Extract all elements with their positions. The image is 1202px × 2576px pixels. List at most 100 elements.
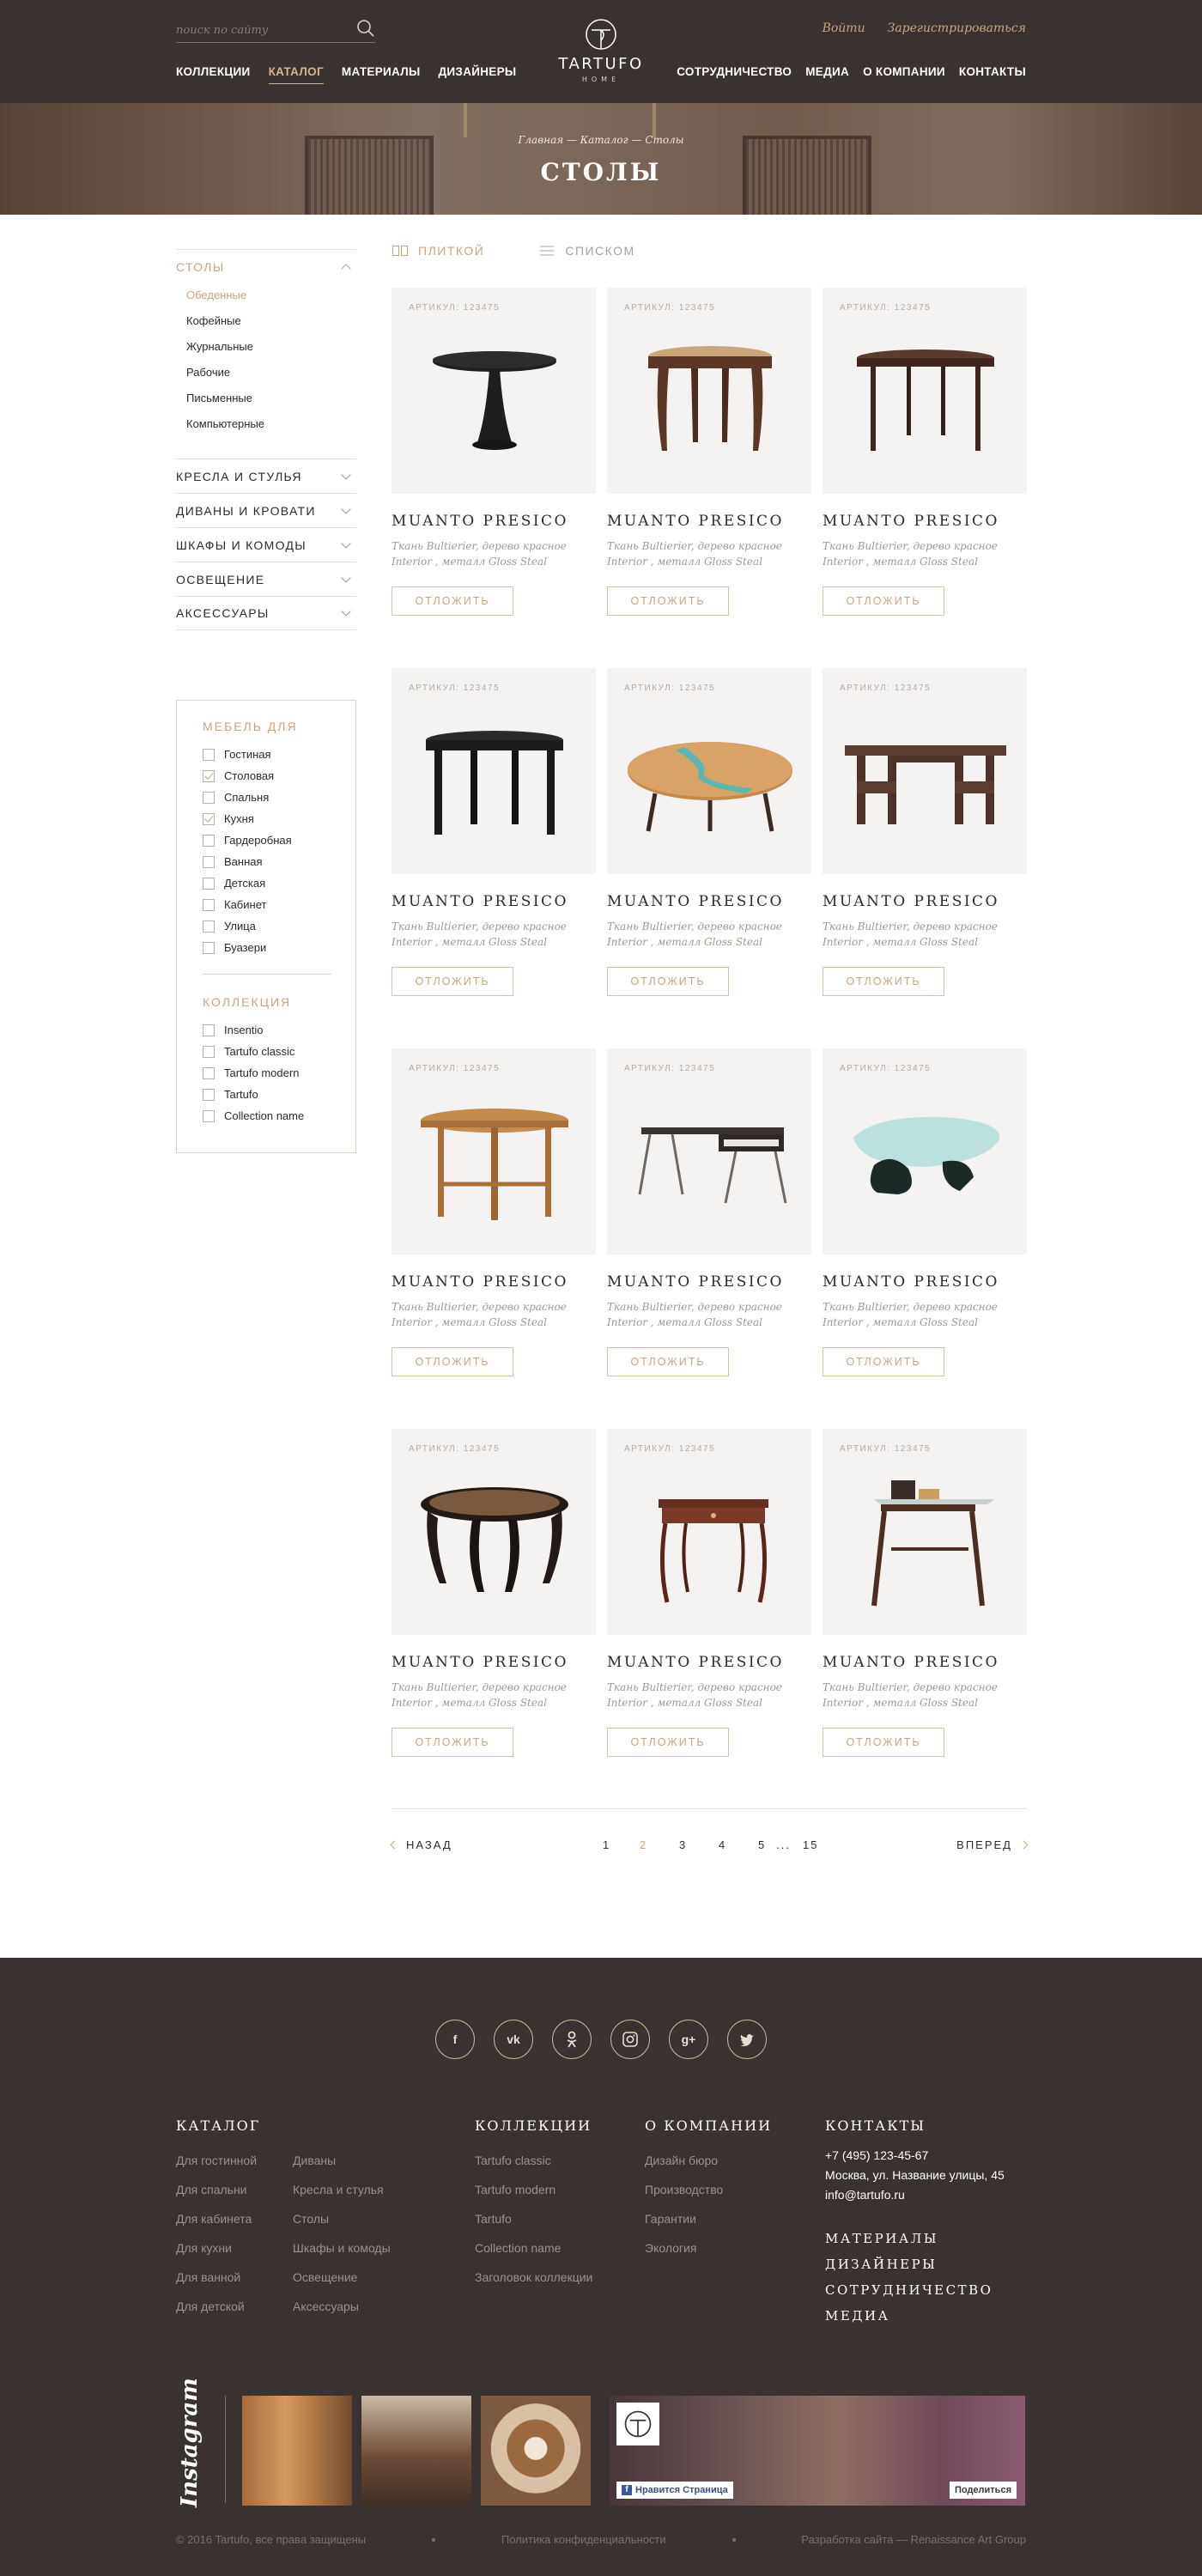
filter-living-room[interactable]: Гостиная	[203, 744, 355, 765]
subcategory-coffee[interactable]: Кофейные	[186, 314, 356, 340]
reserve-button[interactable]: ОТЛОЖИТЬ	[607, 1347, 729, 1376]
search-input[interactable]	[176, 21, 339, 39]
nav-cooperation[interactable]: СОТРУДНИЧЕСТВО	[677, 65, 792, 83]
page-link[interactable]: 4	[719, 1838, 726, 1851]
page-link-current[interactable]: 2	[640, 1838, 647, 1851]
product-name[interactable]: MUANTO PRESICO	[607, 513, 784, 530]
register-link[interactable]: Зарегистрироваться	[888, 21, 1026, 35]
checkbox[interactable]	[203, 1109, 215, 1122]
product-name[interactable]: MUANTO PRESICO	[392, 1654, 568, 1671]
filter-bathroom[interactable]: Ванная	[203, 851, 355, 872]
footer-designers-link[interactable]: ДИЗАЙНЕРЫ	[825, 2251, 1005, 2277]
checkbox[interactable]	[203, 748, 215, 761]
checkbox[interactable]	[203, 941, 215, 954]
product-card[interactable]: АРТИКУЛ: 123475 MUANTO PRESICO Ткань Bul…	[607, 1429, 811, 1789]
product-image-area[interactable]: АРТИКУЛ: 123475	[823, 1429, 1027, 1635]
product-image-area[interactable]: АРТИКУЛ: 123475	[392, 1429, 596, 1635]
reserve-button[interactable]: ОТЛОЖИТЬ	[392, 1728, 513, 1757]
footer-cooperation-link[interactable]: СОТРУДНИЧЕСТВО	[825, 2277, 1005, 2303]
twitter-icon[interactable]	[727, 2020, 767, 2059]
checkbox[interactable]	[203, 898, 215, 911]
product-card[interactable]: АРТИКУЛ: 123475 MUANTO PRESICO Ткань Bul…	[392, 668, 596, 1029]
page-link-last[interactable]: 15	[803, 1838, 818, 1851]
facebook-like-button[interactable]: f Нравится Страница	[616, 2482, 733, 2499]
footer-link[interactable]: Tartufo modern	[475, 2175, 592, 2204]
product-name[interactable]: MUANTO PRESICO	[607, 1654, 784, 1671]
filter-kids[interactable]: Детская	[203, 872, 355, 894]
product-card[interactable]: АРТИКУЛ: 123475 MUANTO PRESICO Ткань Bul…	[607, 668, 811, 1029]
filter-wardrobe[interactable]: Гардеробная	[203, 829, 355, 851]
checkbox[interactable]	[203, 920, 215, 933]
footer-link[interactable]: Освещение	[293, 2263, 391, 2292]
category-sofas[interactable]: ДИВАНЫ И КРОВАТИ	[176, 493, 356, 527]
footer-media-link[interactable]: МЕДИА	[825, 2303, 1005, 2329]
product-image-area[interactable]: АРТИКУЛ: 123475	[823, 668, 1027, 874]
footer-link[interactable]: Столы	[293, 2204, 391, 2233]
page-link[interactable]: 3	[679, 1838, 687, 1851]
product-image-area[interactable]: АРТИКУЛ: 123475	[607, 668, 811, 874]
product-card[interactable]: АРТИКУЛ: 123475 MUANTO PRESICO Ткань Bul…	[392, 1048, 596, 1409]
footer-link[interactable]: Аксессуары	[293, 2292, 391, 2321]
product-name[interactable]: MUANTO PRESICO	[823, 1273, 999, 1291]
product-card[interactable]: АРТИКУЛ: 123475 MUANTO PRESICO Ткань Bul…	[823, 288, 1027, 648]
nav-collections[interactable]: КОЛЛЕКЦИИ	[176, 65, 251, 84]
footer-link[interactable]: Шкафы и комоды	[293, 2233, 391, 2263]
reserve-button[interactable]: ОТЛОЖИТЬ	[392, 1347, 513, 1376]
filter-outdoor[interactable]: Улица	[203, 915, 355, 937]
filter-collection-classic[interactable]: Tartufo classic	[203, 1041, 355, 1062]
google-plus-icon[interactable]: g+	[669, 2020, 708, 2059]
reserve-button[interactable]: ОТЛОЖИТЬ	[823, 1347, 944, 1376]
footer-link[interactable]: Для детской	[176, 2292, 257, 2321]
footer-link[interactable]: Для кухни	[176, 2233, 257, 2263]
footer-link[interactable]: Tartufo classic	[475, 2146, 592, 2175]
privacy-link[interactable]: Политика конфиденциальности	[501, 2533, 666, 2546]
nav-designers[interactable]: ДИЗАЙНЕРЫ	[439, 65, 517, 84]
product-name[interactable]: MUANTO PRESICO	[823, 893, 999, 910]
filter-collection-name[interactable]: Collection name	[203, 1105, 355, 1127]
product-name[interactable]: MUANTO PRESICO	[392, 513, 568, 530]
footer-link[interactable]: Для гостинной	[176, 2146, 257, 2175]
nav-about[interactable]: О КОМПАНИИ	[863, 65, 945, 83]
reserve-button[interactable]: ОТЛОЖИТЬ	[607, 1728, 729, 1757]
view-list-button[interactable]: СПИСКОМ	[539, 244, 634, 258]
product-name[interactable]: MUANTO PRESICO	[607, 893, 784, 910]
footer-link[interactable]: Для кабинета	[176, 2204, 257, 2233]
footer-phone[interactable]: +7 (495) 123-45-67	[825, 2146, 1005, 2166]
footer-link[interactable]: Диваны	[293, 2146, 391, 2175]
facebook-icon[interactable]: f	[435, 2020, 475, 2059]
checkbox[interactable]	[203, 791, 215, 804]
footer-link[interactable]: Для ванной	[176, 2263, 257, 2292]
facebook-share-button[interactable]: Поделиться	[949, 2482, 1017, 2499]
product-image-area[interactable]: АРТИКУЛ: 123475	[607, 288, 811, 494]
breadcrumb[interactable]: Главная — Каталог — Столы	[0, 134, 1202, 146]
view-tiles-button[interactable]: ПЛИТКОЙ	[392, 244, 484, 258]
page-link[interactable]: 1	[603, 1838, 610, 1851]
checkbox-checked[interactable]	[203, 812, 215, 825]
product-card[interactable]: АРТИКУЛ: 123475 MUANTO PRESICO Ткань Bul…	[392, 1429, 596, 1789]
instagram-icon[interactable]	[610, 2020, 650, 2059]
product-name[interactable]: MUANTO PRESICO	[823, 513, 999, 530]
product-image-area[interactable]: АРТИКУЛ: 123475	[392, 668, 596, 874]
filter-collection-modern[interactable]: Tartufo modern	[203, 1062, 355, 1084]
category-lighting[interactable]: ОСВЕЩЕНИЕ	[176, 562, 356, 596]
reserve-button[interactable]: ОТЛОЖИТЬ	[823, 967, 944, 996]
footer-link[interactable]: Для спальни	[176, 2175, 257, 2204]
filter-dining-room[interactable]: Столовая	[203, 765, 355, 787]
product-card[interactable]: АРТИКУЛ: 123475 MUANTO PRESICO Ткань Bul…	[823, 1048, 1027, 1409]
filter-bedroom[interactable]: Спальня	[203, 787, 355, 808]
reserve-button[interactable]: ОТЛОЖИТЬ	[392, 967, 513, 996]
footer-link[interactable]: Tartufo	[475, 2204, 592, 2233]
reserve-button[interactable]: ОТЛОЖИТЬ	[823, 586, 944, 616]
product-image-area[interactable]: АРТИКУЛ: 123475	[392, 288, 596, 494]
filter-boiserie[interactable]: Буазери	[203, 937, 355, 958]
checkbox[interactable]	[203, 1066, 215, 1079]
product-card[interactable]: АРТИКУЛ: 123475 MUANTO PRESICO Ткань Bul…	[823, 668, 1027, 1029]
product-name[interactable]: MUANTO PRESICO	[392, 893, 568, 910]
facebook-widget[interactable]: f Нравится Страница Поделиться	[610, 2396, 1025, 2506]
instagram-label[interactable]: Instagram	[177, 2378, 203, 2507]
category-accessories[interactable]: АКСЕССУАРЫ	[176, 596, 356, 630]
product-image-area[interactable]: АРТИКУЛ: 123475	[607, 1429, 811, 1635]
search-button[interactable]	[354, 17, 378, 41]
reserve-button[interactable]: ОТЛОЖИТЬ	[607, 967, 729, 996]
filter-collection-insentio[interactable]: Insentio	[203, 1019, 355, 1041]
